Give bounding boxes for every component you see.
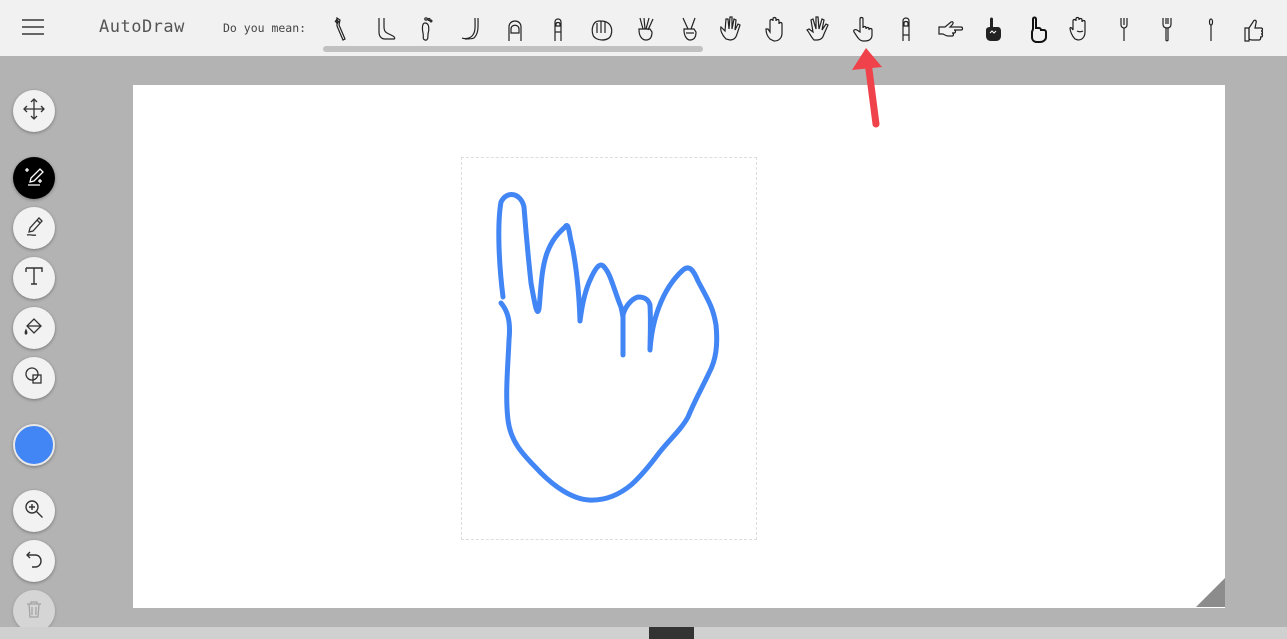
magic-pencil-icon	[22, 164, 46, 192]
paint-bucket-icon	[22, 314, 46, 342]
suggestion-raised-hand-icon[interactable]	[757, 10, 795, 48]
color-picker[interactable]	[13, 424, 55, 466]
suggestions-label: Do you mean:	[223, 21, 307, 35]
suggestion-thumbs-up-icon[interactable]	[1235, 10, 1273, 48]
suggestion-finger-icon[interactable]	[539, 10, 577, 48]
suggestion-peace-sign-icon[interactable]	[626, 10, 664, 48]
move-arrows-icon	[22, 97, 46, 125]
suggestions-strip	[322, 10, 1287, 48]
type-tool[interactable]	[13, 257, 55, 299]
undo-tool[interactable]	[13, 540, 55, 582]
suggestion-fork-icon[interactable]	[1105, 10, 1143, 48]
undo-icon	[22, 547, 46, 575]
suggestion-fork-alt-icon[interactable]	[1148, 10, 1186, 48]
suggestion-palm-hand-icon[interactable]	[1061, 10, 1099, 48]
bottom-drawer-handle[interactable]	[649, 627, 694, 639]
app-title: AutoDraw	[99, 17, 185, 37]
hand-doodle-stroke	[496, 192, 720, 503]
suggestion-foot-icon[interactable]	[365, 10, 403, 48]
zoom-in-icon	[22, 497, 46, 525]
suggestion-spread-hand-icon[interactable]	[800, 10, 838, 48]
autodraw-tool[interactable]	[13, 157, 55, 199]
shapes-icon	[22, 364, 46, 392]
select-move-tool[interactable]	[13, 90, 55, 132]
shape-tool[interactable]	[13, 357, 55, 399]
canvas-resize-corner[interactable]	[1196, 578, 1225, 607]
suggestion-leg-foot-icon[interactable]	[452, 10, 490, 48]
text-t-icon	[22, 264, 46, 292]
pencil-icon	[22, 214, 46, 242]
suggestion-fingernail-icon[interactable]	[496, 10, 534, 48]
suggestion-hand-fingers-icon[interactable]	[583, 10, 621, 48]
suggestion-pointing-hand-bold-icon[interactable]	[1018, 10, 1056, 48]
zoom-tool[interactable]	[13, 490, 55, 532]
red-arrow-annotation	[852, 48, 882, 128]
suggestion-peace-sign-alt-icon[interactable]	[670, 10, 708, 48]
suggestion-foam-finger-icon[interactable]	[974, 10, 1012, 48]
suggestions-scrollbar[interactable]	[323, 46, 703, 52]
trash-icon	[22, 597, 46, 625]
top-bar: AutoDraw Do you mean:	[0, 0, 1287, 56]
hamburger-menu-icon[interactable]	[22, 18, 44, 36]
bottom-bar	[0, 627, 1287, 639]
delete-tool[interactable]	[13, 590, 55, 632]
fill-tool[interactable]	[13, 307, 55, 349]
suggestion-toothbrush-icon[interactable]	[322, 10, 360, 48]
suggestion-open-hand-icon[interactable]	[713, 10, 751, 48]
suggestion-footprint-icon[interactable]	[409, 10, 447, 48]
draw-tool[interactable]	[13, 207, 55, 249]
suggestion-pointing-right-hand-icon[interactable]	[931, 10, 969, 48]
suggestion-fork-thin-icon[interactable]	[1192, 10, 1230, 48]
